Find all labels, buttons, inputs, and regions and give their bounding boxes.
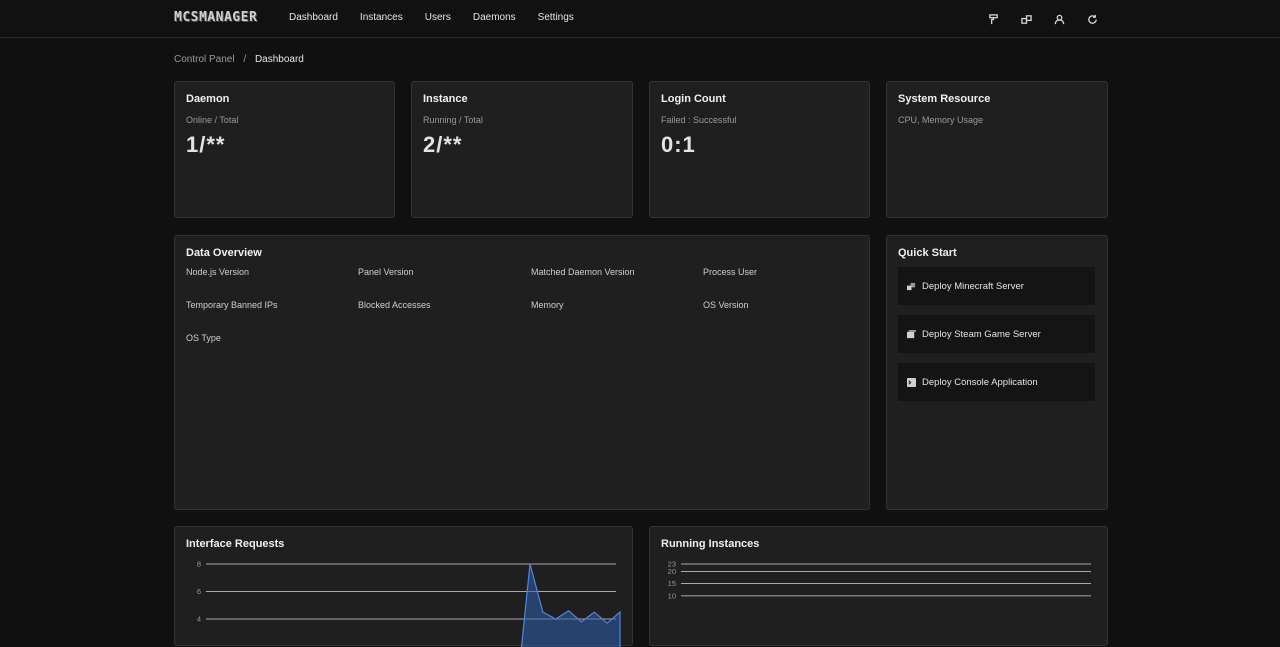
- overview-os-type: OS Type: [186, 333, 221, 343]
- nav-daemons[interactable]: Daemons: [473, 12, 516, 23]
- y-tick-label: 4: [197, 615, 201, 624]
- nav-users[interactable]: Users: [425, 12, 451, 23]
- logo[interactable]: MCSMANAGER: [174, 11, 270, 25]
- card-title: Login Count: [661, 93, 726, 105]
- login-count-card: Login Count Failed : Successful 0:1: [649, 81, 870, 218]
- paint-roller-icon[interactable]: [986, 12, 1000, 26]
- running-instances-card: Running Instances 23 20 15 10: [649, 526, 1108, 646]
- card-title: Quick Start: [898, 247, 957, 259]
- quick-start-label: Deploy Minecraft Server: [922, 280, 1024, 292]
- deploy-minecraft-button[interactable]: Deploy Minecraft Server: [898, 267, 1095, 305]
- y-tick-label: 10: [668, 591, 676, 600]
- deploy-steam-button[interactable]: Deploy Steam Game Server: [898, 315, 1095, 353]
- card-subtitle: Failed : Successful: [661, 115, 737, 125]
- puzzle-icon[interactable]: [1019, 12, 1033, 26]
- card-subtitle: Running / Total: [423, 115, 483, 125]
- card-value: 0:1: [661, 132, 696, 157]
- y-tick-label: 6: [197, 587, 201, 596]
- nav-instances[interactable]: Instances: [360, 12, 403, 23]
- overview-blocked-accesses: Blocked Accesses: [358, 300, 431, 310]
- daemon-card: Daemon Online / Total 1/**: [174, 81, 395, 218]
- card-title: Instance: [423, 93, 468, 105]
- breadcrumb-separator: /: [243, 54, 247, 65]
- card-title: Data Overview: [186, 247, 262, 259]
- card-value: 2/**: [423, 132, 463, 157]
- card-subtitle: Online / Total: [186, 115, 239, 125]
- overview-memory: Memory: [531, 300, 564, 310]
- overview-daemon-version: Matched Daemon Version: [531, 267, 635, 277]
- interface-requests-card: Interface Requests 864: [174, 526, 633, 647]
- cubes-icon: [907, 282, 916, 291]
- card-title: Daemon: [186, 93, 230, 105]
- quick-start-label: Deploy Console Application: [922, 376, 1038, 388]
- nav-dashboard[interactable]: Dashboard: [289, 12, 338, 23]
- user-icon[interactable]: [1052, 12, 1066, 26]
- data-overview-card: Data Overview Node.js Version Panel Vers…: [174, 235, 870, 510]
- card-value: 1/**: [186, 132, 226, 157]
- overview-banned-ips: Temporary Banned IPs: [186, 300, 278, 310]
- series-area: [521, 564, 620, 647]
- y-tick-label: 20: [668, 567, 676, 576]
- deploy-console-button[interactable]: Deploy Console Application: [898, 363, 1095, 401]
- breadcrumb-current: Dashboard: [254, 54, 304, 65]
- instance-card: Instance Running / Total 2/**: [411, 81, 633, 218]
- quick-start-label: Deploy Steam Game Server: [922, 328, 1041, 340]
- interface-requests-chart: 8 6 4: [197, 560, 621, 647]
- overview-process-user: Process User: [703, 267, 758, 277]
- stack-icon: [907, 329, 916, 339]
- y-tick-label: 8: [197, 560, 201, 569]
- breadcrumb: Control Panel / Dashboard: [174, 54, 304, 65]
- card-title: System Resource: [898, 93, 991, 105]
- y-tick-label: 15: [668, 579, 676, 588]
- top-navbar: MCSMANAGER Dashboard Instances Users Dae…: [0, 0, 1280, 38]
- header-actions: [986, 12, 1118, 26]
- main-nav: Dashboard Instances Users Daemons Settin…: [289, 12, 596, 23]
- nav-settings[interactable]: Settings: [538, 12, 574, 23]
- overview-nodejs-version: Node.js Version: [186, 267, 250, 277]
- card-subtitle: CPU, Memory Usage: [898, 115, 984, 125]
- system-resource-card: System Resource CPU, Memory Usage: [886, 81, 1108, 218]
- breadcrumb-root[interactable]: Control Panel: [174, 54, 235, 65]
- running-instances-chart: 23201510: [668, 560, 1091, 600]
- quick-start-card: Quick Start Deploy Minecraft Server Depl…: [886, 235, 1108, 510]
- refresh-icon[interactable]: [1085, 12, 1099, 26]
- terminal-icon: [907, 377, 916, 387]
- overview-panel-version: Panel Version: [358, 267, 414, 277]
- overview-os-version: OS Version: [703, 300, 749, 310]
